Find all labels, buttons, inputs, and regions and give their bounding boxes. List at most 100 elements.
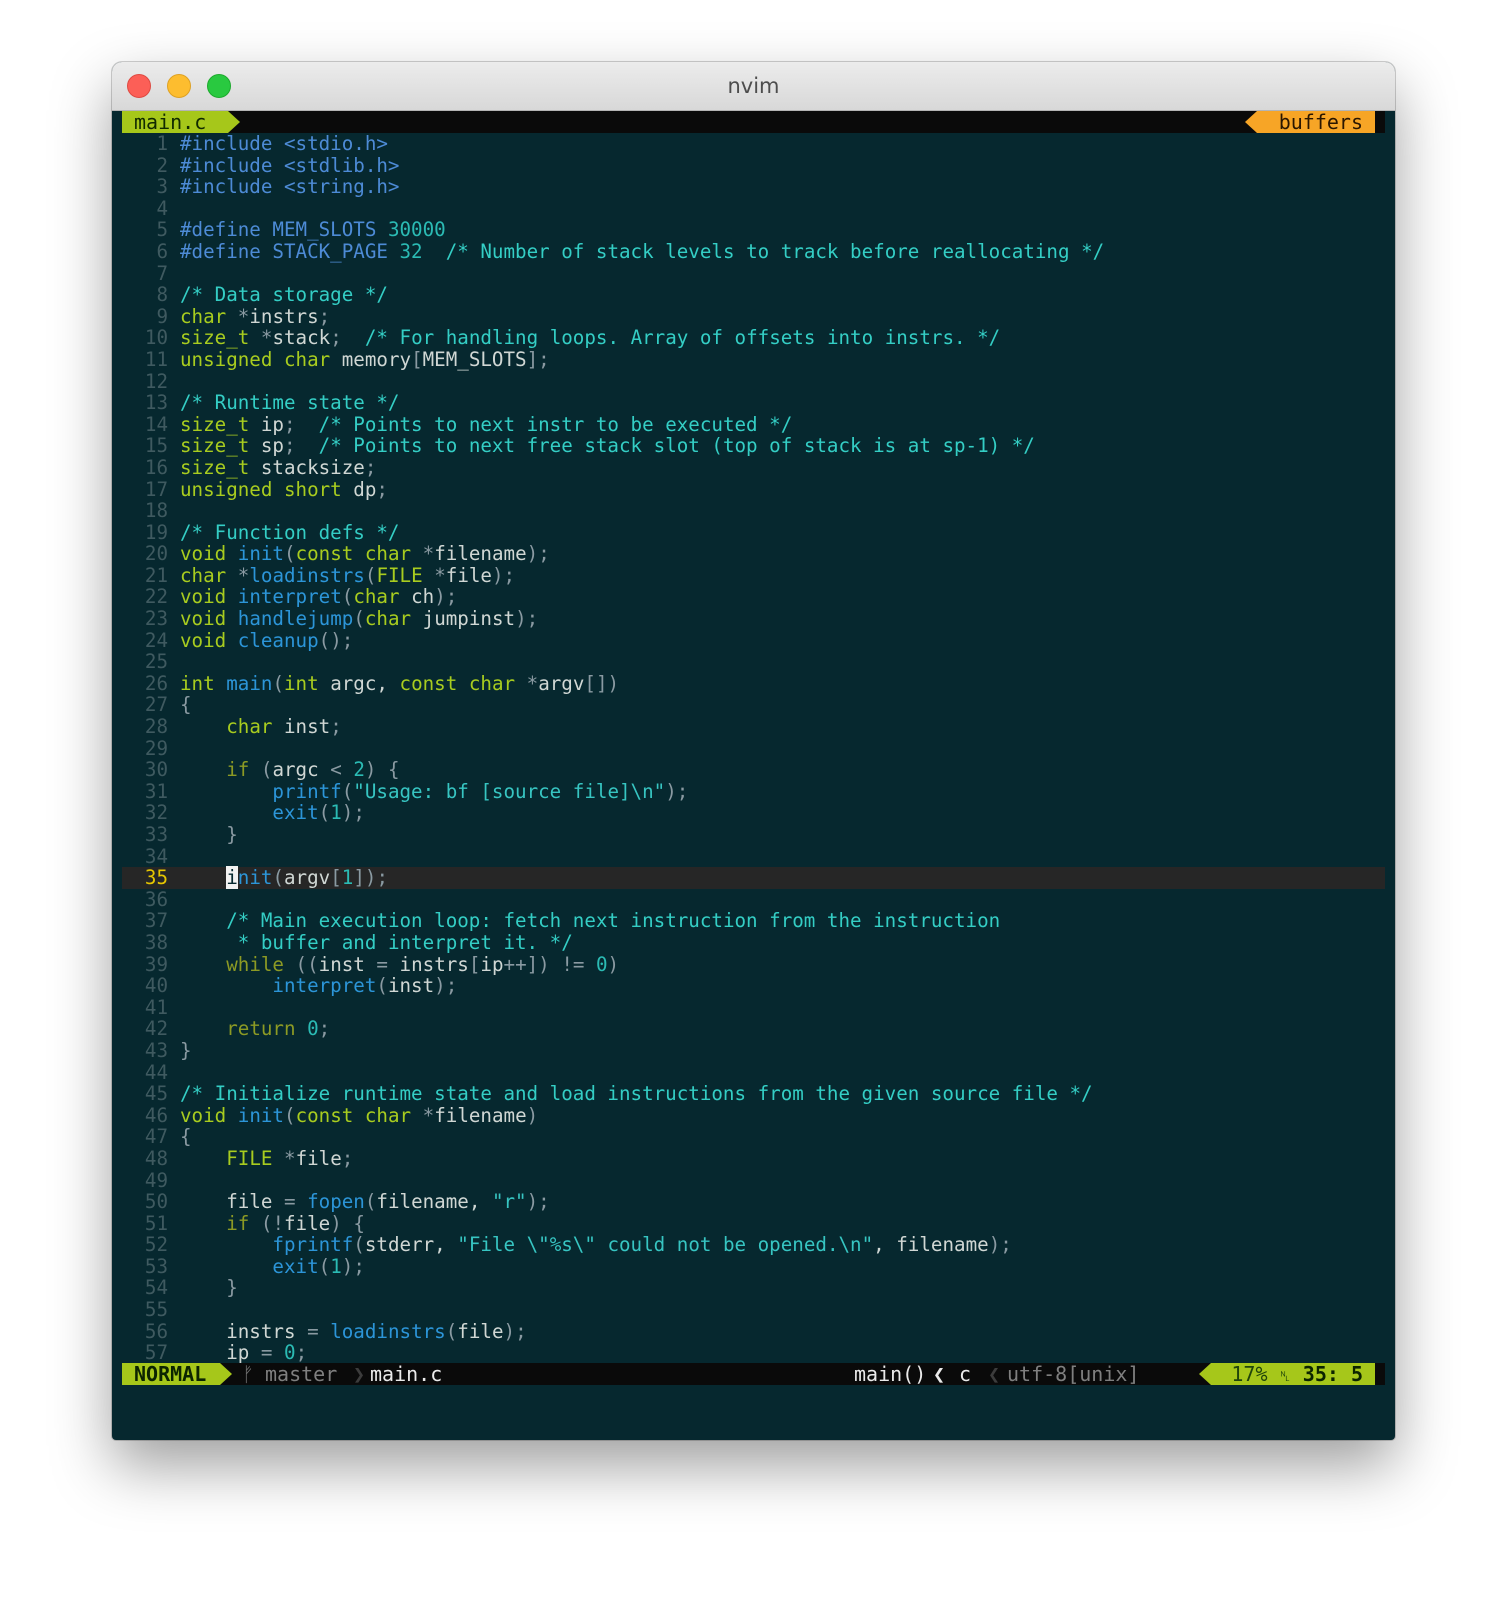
code-line[interactable]: 31 printf("Usage: bf [source file]\n"); <box>122 781 1385 803</box>
code-line[interactable]: 55 <box>122 1299 1385 1321</box>
code-line[interactable]: 34 <box>122 845 1385 868</box>
code-line[interactable]: 4 <box>122 198 1385 220</box>
tabline: main.c buffers <box>122 111 1385 133</box>
code-token: = <box>307 1319 319 1343</box>
code-line[interactable]: 35 init(argv[1]); <box>122 866 1385 890</box>
code-token: ( <box>272 671 284 695</box>
code-token: ]; <box>526 347 550 371</box>
code-line[interactable]: 6 #define STACK_PAGE 32 /* Number of stac… <box>122 241 1385 263</box>
code-line[interactable]: 8 /* Data storage */ <box>122 284 1385 306</box>
code-line[interactable]: 16 size_t stacksize; <box>122 457 1385 479</box>
code-token: if <box>226 758 250 782</box>
code-line[interactable]: 51 if (!file) { <box>122 1212 1385 1235</box>
code-line[interactable]: 1 #include <stdio.h> <box>122 133 1385 155</box>
code-line[interactable]: 42 return 0; <box>122 1018 1385 1040</box>
code-line[interactable]: 30 if (argc < 2) { <box>122 759 1385 781</box>
code-line[interactable]: 20 void init(const char *filename); <box>122 543 1385 565</box>
tab-main-c[interactable]: main.c <box>122 111 241 133</box>
code-line[interactable]: 49 <box>122 1168 1385 1192</box>
code-line[interactable]: 7 <box>122 262 1385 285</box>
code-line[interactable]: 38 * buffer and interpret it. */ <box>122 932 1385 954</box>
code-line[interactable]: 54 } <box>122 1277 1385 1299</box>
line-number: 43 <box>144 1038 168 1062</box>
code-line[interactable]: 27 { <box>122 694 1385 716</box>
code-token: instrs <box>180 1319 308 1343</box>
code-line[interactable]: 11 unsigned char memory[MEM_SLOTS]; <box>122 349 1385 371</box>
code-line[interactable]: 12 <box>122 370 1385 393</box>
file-encoding: utf-8[unix] <box>1007 1362 1140 1386</box>
code-line[interactable]: 24 void cleanup(); <box>122 629 1385 652</box>
code-token: /* Points to next instr to be executed *… <box>318 412 793 436</box>
code-line[interactable]: 26 int main(int argc, const char *argv[]) <box>122 673 1385 695</box>
code-line[interactable]: 57 ip = 0; <box>122 1342 1385 1363</box>
code-token: loadinstrs <box>330 1319 446 1343</box>
code-line[interactable]: 56 instrs = loadinstrs(file); <box>122 1319 1385 1343</box>
code-line[interactable]: 43} <box>122 1040 1385 1062</box>
code-line[interactable]: 15 size_t sp; /* Points to next free stac… <box>122 435 1385 457</box>
line-number: 22 <box>144 585 168 609</box>
code-line[interactable]: 33 } <box>122 824 1385 846</box>
code-line[interactable]: 28 char inst; <box>122 716 1385 738</box>
code-line[interactable]: 5 #define MEM_SLOTS 30000 <box>122 219 1385 241</box>
code-line[interactable]: 36 <box>122 889 1385 911</box>
code-line[interactable]: 3 #include <string.h> <box>122 176 1385 198</box>
code-text: char *loadinstrs(FILE *file); <box>180 565 515 587</box>
code-line[interactable]: 29 <box>122 738 1385 760</box>
code-text: /* Initialize runtime state and load ins… <box>180 1083 1093 1105</box>
code-line[interactable]: 25 <box>122 651 1385 673</box>
code-token: size_t <box>180 455 250 479</box>
code-line[interactable]: 40 interpret(inst); <box>122 975 1385 997</box>
code-text: { <box>180 1126 192 1148</box>
code-line[interactable]: 50 file = fopen(filename, "r"); <box>122 1191 1385 1213</box>
code-line[interactable]: 18 <box>122 500 1385 522</box>
code-line[interactable]: 41 <box>122 997 1385 1019</box>
code-line[interactable]: 13 /* Runtime state */ <box>122 392 1385 414</box>
code-line[interactable]: 44 <box>122 1061 1385 1084</box>
code-token: ); <box>341 801 365 825</box>
code-line[interactable]: 14 size_t ip; /* Points to next instr to … <box>122 412 1385 436</box>
code-token: fopen <box>307 1190 365 1214</box>
line-number: 49 <box>144 1168 168 1192</box>
code-line[interactable]: 47 { <box>122 1126 1385 1148</box>
code-line[interactable]: 46 void init(const char *filename) <box>122 1104 1385 1127</box>
code-token: ( <box>341 585 354 609</box>
code-line[interactable]: 37 /* Main execution loop: fetch next in… <box>122 910 1385 932</box>
code-text: void interpret(char ch); <box>180 586 457 608</box>
code-line[interactable]: 10 size_t *stack; /* For handling loops. … <box>122 327 1385 349</box>
code-token: filename, <box>376 1190 492 1214</box>
code-line[interactable]: 23 void handlejump(char jumpinst); <box>122 608 1385 630</box>
editor-buffer[interactable]: 1 #include <stdio.h> 2 #include <stdlib.h> 3… <box>122 133 1385 1363</box>
code-token: char <box>353 585 400 609</box>
code-text: size_t sp; /* Points to next free stack … <box>180 435 1035 457</box>
status-filename: main.c <box>370 1362 443 1386</box>
code-line[interactable]: 19 /* Function defs */ <box>122 521 1385 544</box>
code-line[interactable]: 2 #include <stdlib.h> <box>122 154 1385 177</box>
code-line[interactable]: 52 fprintf(stderr, "File \"%s\" could no… <box>122 1234 1385 1256</box>
line-number: 3 <box>156 175 168 199</box>
code-line[interactable]: 17 unsigned short dp; <box>122 478 1385 501</box>
terminal-content[interactable]: main.c buffers 1 #include <stdio.h> 2 #incl… <box>122 111 1385 1440</box>
code-token: = <box>283 1190 296 1214</box>
code-token: jumpinst <box>411 607 516 631</box>
code-token: "Usage: bf [source file]\n" <box>353 779 666 803</box>
filetype: c <box>959 1362 972 1386</box>
code-line[interactable]: 45 /* Initialize runtime state and load i… <box>122 1083 1385 1105</box>
code-token: sp <box>249 434 284 458</box>
code-line[interactable]: 22 void interpret(char ch); <box>122 586 1385 608</box>
line-number: 11 <box>144 347 168 371</box>
code-line[interactable]: 32 exit(1); <box>122 802 1385 824</box>
code-token: init <box>237 542 284 566</box>
code-line[interactable]: 53 exit(1); <box>122 1256 1385 1278</box>
code-line[interactable]: 39 while ((inst = instrs[ip++]) != 0) <box>122 953 1385 976</box>
cursor-position: 17% ␤ 35: 5 <box>1199 1363 1375 1385</box>
code-line[interactable]: 9 char *instrs; <box>122 305 1385 328</box>
line-number: 37 <box>144 909 168 933</box>
code-token: interpret <box>237 585 342 609</box>
code-line[interactable]: 21 char *loadinstrs(FILE *file); <box>122 565 1385 587</box>
code-line[interactable]: 48 FILE *file; <box>122 1148 1385 1170</box>
